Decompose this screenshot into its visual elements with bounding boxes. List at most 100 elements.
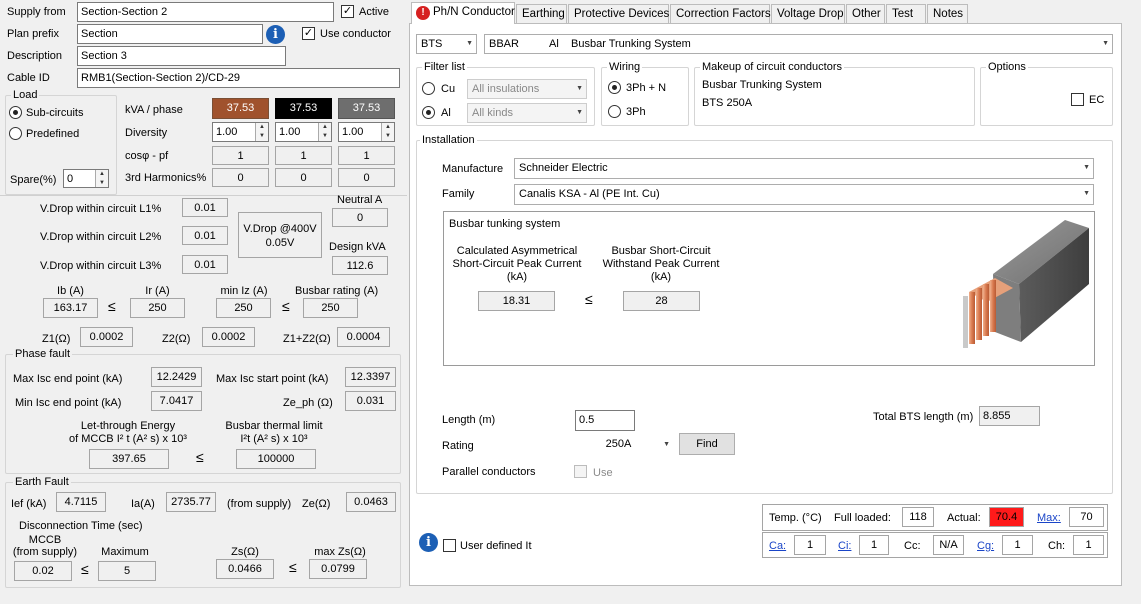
busbar-rating-label: Busbar rating (A) — [295, 285, 379, 297]
installation-title: Installation — [420, 134, 477, 147]
cg-link[interactable]: Cg: — [977, 539, 994, 553]
total-length-value: 8.855 — [979, 406, 1040, 426]
spare-label: Spare(%) — [10, 174, 57, 186]
rating-select[interactable]: 250A ▼ — [575, 434, 674, 455]
length-input[interactable]: 0.5 — [575, 410, 635, 431]
vdrop-l1-label: V.Drop within circuit L1% — [40, 203, 162, 215]
tab-protective-devices[interactable]: Protective Devices — [568, 4, 669, 23]
ch-value: 1 — [1073, 535, 1104, 555]
kva-l2-value: 37.53 — [275, 98, 332, 119]
min-isc-end-label: Min Isc end point (kA) — [15, 397, 122, 409]
leq-symbol: ≤ — [585, 291, 593, 307]
family-select[interactable]: Canalis KSA - Al (PE Int. Cu) ▼ — [514, 184, 1094, 205]
plan-prefix-field[interactable]: Section — [77, 24, 263, 44]
cos-label: cosφ - pf — [125, 150, 169, 162]
supply-from-field[interactable]: Section-Section 2 — [77, 2, 334, 22]
spinner-arrows-icon[interactable]: ▲ ▼ — [381, 123, 394, 141]
insulation-select[interactable]: All insulations ▼ — [467, 79, 587, 99]
wiring-3phn-label: 3Ph + N — [626, 82, 667, 94]
ir-label: Ir (A) — [145, 285, 170, 297]
predefined-label: Predefined — [26, 128, 80, 140]
total-length-label: Total BTS length (m) — [873, 411, 974, 423]
ci-link[interactable]: Ci: — [838, 539, 851, 553]
description-field[interactable]: Section 3 — [77, 46, 286, 66]
letthrough-label-1: Let-through Energy — [80, 420, 176, 432]
vdrop-l3-label: V.Drop within circuit L3% — [40, 260, 162, 272]
z1z2-label: Z1+Z2(Ω) — [283, 333, 331, 345]
spare-stepper[interactable]: 0 ▲ ▼ — [63, 169, 109, 188]
tab-earthing[interactable]: Earthing — [516, 4, 567, 23]
ief-value: 4.7115 — [56, 492, 106, 512]
family-label: Family — [442, 188, 475, 200]
al-radio[interactable] — [422, 106, 435, 119]
ec-label: EC — [1089, 94, 1105, 106]
info-icon[interactable]: i — [419, 533, 438, 552]
ib-value: 163.17 — [43, 298, 98, 318]
tab-test[interactable]: Test — [886, 4, 926, 23]
cu-radio[interactable] — [422, 82, 435, 95]
max-temp-link[interactable]: Max: — [1037, 511, 1061, 525]
tab-correction-factors[interactable]: Correction Factors — [670, 4, 771, 23]
withstand-label-1: Busbar Short-Circuit — [611, 245, 711, 257]
spinner-arrows-icon[interactable]: ▲ ▼ — [318, 123, 331, 141]
wiring-3phn-radio[interactable] — [608, 81, 621, 94]
phase-fault-title: Phase fault — [13, 348, 73, 361]
wiring-3ph-radio[interactable] — [608, 105, 621, 118]
subcircuits-radio[interactable] — [9, 106, 22, 119]
ca-link[interactable]: Ca: — [769, 539, 786, 553]
miniz-value: 250 — [216, 298, 271, 318]
predefined-radio[interactable] — [9, 127, 22, 140]
harmonics-label: 3rd Harmonics% — [125, 172, 207, 184]
busbar-rating-value: 250 — [303, 298, 358, 318]
thermal-label-2: I²t (A² s) x 10³ — [240, 433, 308, 445]
spinner-arrows-icon[interactable]: ▲ ▼ — [255, 123, 268, 141]
use-conductor-checkbox[interactable]: ✓ — [302, 27, 315, 40]
leq-symbol: ≤ — [196, 449, 204, 465]
zs-value: 0.0466 — [216, 559, 274, 579]
zeph-label: Ze_ph (Ω) — [283, 397, 333, 409]
kinds-select[interactable]: All kinds ▼ — [467, 103, 587, 123]
use-conductor-label: Use conductor — [320, 28, 391, 40]
active-checkbox[interactable]: ✓ — [341, 5, 354, 18]
parallel-use-checkbox[interactable] — [574, 465, 587, 478]
find-button[interactable]: Find — [679, 433, 735, 455]
manufacture-select[interactable]: Schneider Electric ▼ — [514, 158, 1094, 179]
vdrop-l1-value: 0.01 — [182, 198, 228, 217]
vdrop-l3-value: 0.01 — [182, 255, 228, 274]
thermal-label-1: Busbar thermal limit — [225, 420, 323, 432]
full-loaded-value: 118 — [902, 507, 934, 527]
plan-prefix-label: Plan prefix — [7, 28, 59, 40]
disconnection-label: Disconnection Time (sec) — [19, 520, 143, 532]
max-temp-value: 70 — [1069, 507, 1104, 527]
error-icon: ! — [416, 6, 430, 20]
leq-symbol: ≤ — [289, 559, 297, 575]
spinner-arrows-icon[interactable]: ▲ ▼ — [95, 170, 108, 187]
cg-value: 1 — [1002, 535, 1033, 555]
ci-value: 1 — [859, 535, 889, 555]
cable-id-label: Cable ID — [7, 72, 50, 84]
ze-value: 0.0463 — [346, 492, 396, 512]
parallel-use-label: Use — [593, 467, 613, 479]
tab-other[interactable]: Other — [846, 4, 885, 23]
ec-checkbox[interactable] — [1071, 93, 1084, 106]
diversity-l1-stepper[interactable]: 1.00 ▲ ▼ — [212, 122, 269, 142]
manufacture-value: Schneider Electric — [519, 162, 608, 174]
supply-from-label: Supply from — [7, 6, 66, 18]
cc-label: Cc: — [904, 540, 921, 552]
conductor-select[interactable]: BBAR Al Busbar Trunking System ▼ — [484, 34, 1113, 54]
calc-label-1: Calculated Asymmetrical — [456, 245, 578, 257]
diversity-l2-stepper[interactable]: 1.00 ▲ ▼ — [275, 122, 332, 142]
z2-label: Z2(Ω) — [162, 333, 191, 345]
wiring-3ph-label: 3Ph — [626, 106, 646, 118]
tab-notes[interactable]: Notes — [927, 4, 968, 23]
options-title: Options — [986, 61, 1028, 74]
busbar-trunking-image — [963, 220, 1089, 348]
diversity-l3-stepper[interactable]: 1.00 ▲ ▼ — [338, 122, 395, 142]
user-defined-checkbox[interactable] — [443, 539, 456, 552]
cable-id-field[interactable]: RMB1(Section-Section 2)/CD-29 — [77, 68, 400, 88]
tab-voltage-drop[interactable]: Voltage Drop — [771, 4, 845, 23]
tab-ph-n-conductor[interactable]: ! Ph/N Conductor — [411, 2, 515, 24]
conductor-type-select[interactable]: BTS ▼ — [416, 34, 477, 54]
diversity-l1-value: 1.00 — [216, 126, 238, 138]
info-icon[interactable]: i — [266, 25, 285, 44]
